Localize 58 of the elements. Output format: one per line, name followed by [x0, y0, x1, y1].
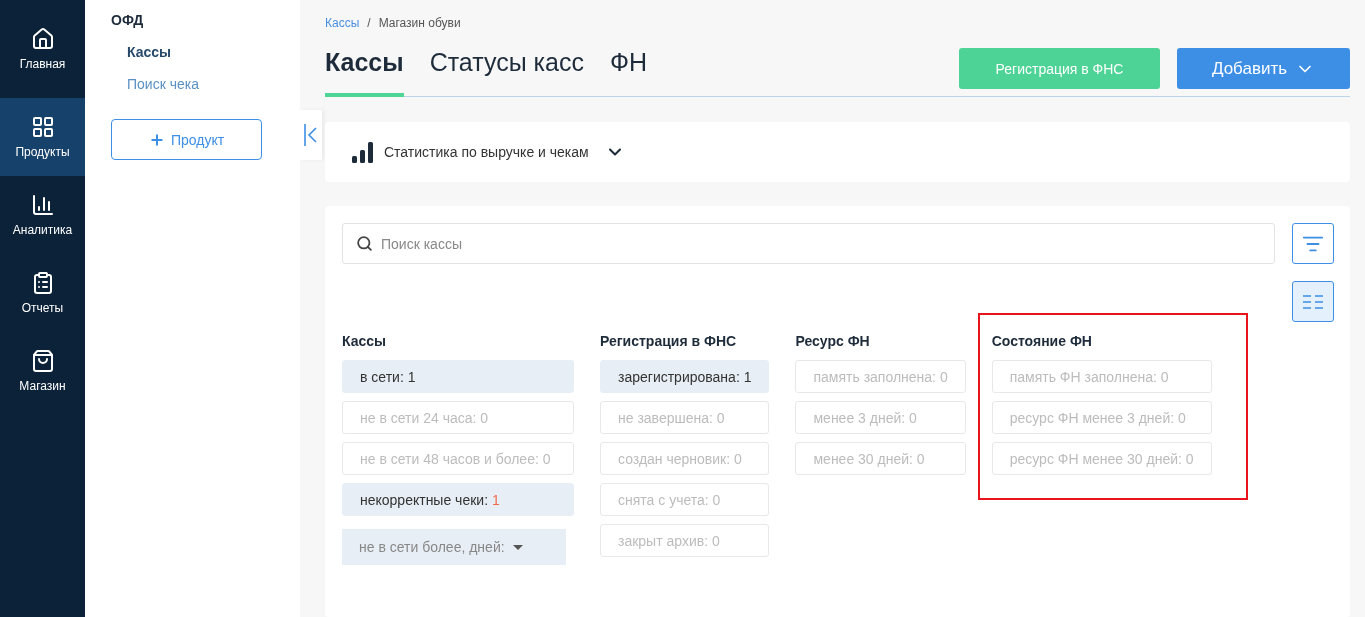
- filter-chip[interactable]: не в сети 24 часа: 0: [342, 401, 574, 434]
- filter-chip[interactable]: ресурс ФН менее 30 дней: 0: [991, 442, 1212, 475]
- nav-label: Аналитика: [12, 223, 73, 237]
- filter-chip[interactable]: создан черновик: 0: [600, 442, 770, 475]
- nav-label: Продукты: [15, 145, 70, 159]
- filter-chip[interactable]: не в сети 48 часов и более: 0: [342, 442, 574, 475]
- sidebar-item[interactable]: Кассы: [127, 44, 300, 60]
- nav-label: Магазин: [19, 379, 66, 393]
- search-field[interactable]: Поиск кассы: [342, 223, 1275, 264]
- collapse-handle[interactable]: [300, 110, 322, 160]
- list-view-button[interactable]: [1292, 281, 1334, 322]
- grid-icon: [30, 115, 55, 139]
- search-icon: [356, 235, 373, 252]
- filter-chip[interactable]: зарегистрирована: 1: [600, 360, 770, 393]
- nav-item[interactable]: Главная: [0, 0, 85, 98]
- nav-item[interactable]: Аналитика: [0, 176, 85, 254]
- section-title: ОФД: [111, 12, 145, 28]
- breadcrumb-link[interactable]: Кассы: [325, 16, 360, 30]
- home-icon: [30, 27, 55, 51]
- collapse-icon: [304, 123, 318, 147]
- nav-label: Отчеты: [21, 301, 64, 315]
- sidebar-item[interactable]: Поиск чека: [127, 76, 300, 92]
- filter-chip[interactable]: ресурс ФН менее 3 дней: 0: [991, 401, 1212, 434]
- tab[interactable]: ФН: [610, 48, 648, 97]
- filter-chip[interactable]: менее 3 дней: 0: [795, 401, 966, 434]
- bar-chart-icon: [30, 193, 55, 217]
- list-view-icon: [1303, 294, 1323, 309]
- add-product-button[interactable]: Продукт: [111, 119, 262, 160]
- group-title: Состояние ФН: [991, 333, 1093, 349]
- breadcrumb-separator: /: [367, 16, 371, 30]
- group-title: Регистрация в ФНС: [600, 333, 738, 349]
- filter-chip[interactable]: некорректные чеки: 1: [342, 483, 574, 516]
- days-dropdown[interactable]: не в сети более, дней:: [342, 529, 566, 565]
- tab[interactable]: Кассы: [325, 48, 404, 97]
- nav-item[interactable]: Отчеты: [0, 254, 85, 332]
- filter-chip[interactable]: закрыт архив: 0: [600, 524, 770, 557]
- filter-chip[interactable]: не завершена: 0: [600, 401, 770, 434]
- breadcrumb-current: Магазин обуви: [378, 16, 461, 30]
- group-title: Кассы: [342, 333, 388, 349]
- filter-chip[interactable]: память заполнена: 0: [795, 360, 966, 393]
- group-title: Ресурс ФН: [795, 333, 871, 349]
- signal-bars-icon: [352, 141, 374, 163]
- stats-label: Статистика по выручке и чекам: [384, 144, 589, 160]
- stats-panel[interactable]: Статистика по выручке и чекам: [325, 122, 1350, 182]
- add-dropdown-button[interactable]: Добавить: [1177, 48, 1350, 89]
- filter-chip[interactable]: в сети: 1: [342, 360, 574, 393]
- register-button[interactable]: Регистрация в ФНС: [959, 48, 1160, 89]
- plus-icon: [148, 131, 165, 148]
- nav-label: Главная: [19, 57, 66, 71]
- filter-button[interactable]: [1292, 223, 1334, 264]
- filter-chip[interactable]: память ФН заполнена: 0: [991, 360, 1212, 393]
- filter-chip[interactable]: менее 30 дней: 0: [795, 442, 966, 475]
- caret-icon: [512, 544, 523, 550]
- nav-item[interactable]: Магазин: [0, 332, 85, 410]
- shopping-bag-icon: [30, 349, 55, 373]
- tab[interactable]: Статусы касс: [429, 48, 584, 97]
- filter-chip[interactable]: снята с учета: 0: [600, 483, 770, 516]
- nav-item[interactable]: Продукты: [0, 98, 85, 176]
